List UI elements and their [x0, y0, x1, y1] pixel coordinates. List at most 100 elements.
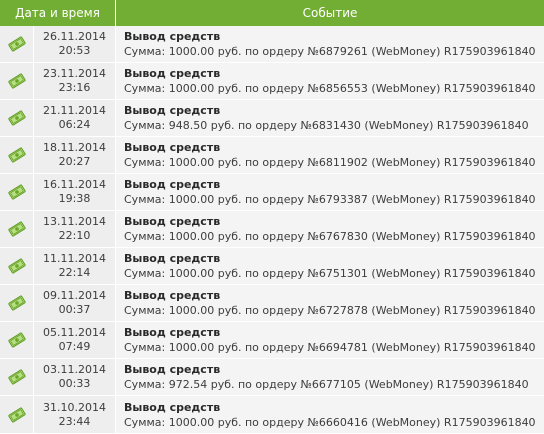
event-cell: Вывод средств Сумма: 1000.00 руб. по орд…: [116, 26, 544, 62]
row-date: 09.11.2014: [43, 289, 106, 302]
row-time: 20:27: [58, 155, 91, 168]
event-column-header: Событие: [302, 6, 358, 20]
icon-cell: [0, 211, 34, 247]
event-cell: Вывод средств Сумма: 1000.00 руб. по орд…: [116, 174, 544, 210]
datetime-cell: 09.11.2014 00:37: [34, 285, 116, 321]
event-title: Вывод средств: [124, 215, 221, 228]
table-row: 05.11.2014 07:49 Вывод средств Сумма: 10…: [0, 322, 544, 359]
event-cell: Вывод средств Сумма: 1000.00 руб. по орд…: [116, 396, 544, 433]
row-date: 05.11.2014: [43, 326, 106, 339]
table-row: 11.11.2014 22:14 Вывод средств Сумма: 10…: [0, 248, 544, 285]
table-header: Дата и время Событие: [0, 0, 544, 26]
event-description: Сумма: 1000.00 руб. по ордеру №6751301 (…: [124, 267, 536, 280]
money-bill-icon: [7, 258, 26, 274]
icon-cell: [0, 137, 34, 173]
money-bill-icon: [7, 369, 26, 385]
table-row: 18.11.2014 20:27 Вывод средств Сумма: 10…: [0, 137, 544, 174]
row-date: 11.11.2014: [43, 252, 106, 265]
table-row: 31.10.2014 23:44 Вывод средств Сумма: 10…: [0, 396, 544, 433]
datetime-cell: 11.11.2014 22:14: [34, 248, 116, 284]
event-cell: Вывод средств Сумма: 1000.00 руб. по орд…: [116, 285, 544, 321]
datetime-cell: 03.11.2014 00:33: [34, 359, 116, 395]
event-title: Вывод средств: [124, 30, 221, 43]
event-title: Вывод средств: [124, 104, 221, 117]
event-title: Вывод средств: [124, 326, 221, 339]
event-description: Сумма: 1000.00 руб. по ордеру №6660416 (…: [124, 415, 536, 429]
event-cell: Вывод средств Сумма: 1000.00 руб. по орд…: [116, 63, 544, 99]
table-row: 09.11.2014 00:37 Вывод средств Сумма: 10…: [0, 285, 544, 322]
money-bill-icon: [7, 407, 26, 423]
icon-cell: [0, 63, 34, 99]
row-time: 22:10: [58, 229, 91, 242]
datetime-cell: 26.11.2014 20:53: [34, 26, 116, 62]
money-bill-icon: [7, 332, 26, 348]
event-description: Сумма: 1000.00 руб. по ордеру №6879261 (…: [124, 45, 536, 58]
datetime-cell: 18.11.2014 20:27: [34, 137, 116, 173]
icon-cell: [0, 396, 34, 433]
transaction-history-table: Дата и время Событие 26.11.2014 20:53 Вы…: [0, 0, 544, 434]
row-time: 22:14: [58, 266, 91, 279]
datetime-cell: 05.11.2014 07:49: [34, 322, 116, 358]
icon-cell: [0, 26, 34, 62]
event-cell: Вывод средств Сумма: 1000.00 руб. по орд…: [116, 137, 544, 173]
event-description: Сумма: 1000.00 руб. по ордеру №6767830 (…: [124, 230, 536, 243]
row-date: 31.10.2014: [43, 400, 106, 414]
money-bill-icon: [7, 184, 26, 200]
datetime-cell: 23.11.2014 23:16: [34, 63, 116, 99]
row-time: 19:38: [58, 192, 91, 205]
event-cell: Вывод средств Сумма: 972.54 руб. по орде…: [116, 359, 544, 395]
icon-cell: [0, 285, 34, 321]
table-row: 26.11.2014 20:53 Вывод средств Сумма: 10…: [0, 26, 544, 63]
money-bill-icon: [7, 295, 26, 311]
table-row: 21.11.2014 06:24 Вывод средств Сумма: 94…: [0, 100, 544, 137]
event-title: Вывод средств: [124, 289, 221, 302]
event-description: Сумма: 972.54 руб. по ордеру №6677105 (W…: [124, 378, 529, 391]
icon-cell: [0, 359, 34, 395]
icon-cell: [0, 174, 34, 210]
datetime-cell: 13.11.2014 22:10: [34, 211, 116, 247]
row-date: 21.11.2014: [43, 104, 106, 117]
row-date: 23.11.2014: [43, 67, 106, 80]
icon-cell: [0, 100, 34, 136]
event-title: Вывод средств: [124, 141, 221, 154]
event-title: Вывод средств: [124, 178, 221, 191]
event-description: Сумма: 1000.00 руб. по ордеру №6727878 (…: [124, 304, 536, 317]
money-bill-icon: [7, 221, 26, 237]
event-title: Вывод средств: [124, 363, 221, 376]
row-time: 23:16: [58, 81, 91, 94]
icon-cell: [0, 248, 34, 284]
event-description: Сумма: 1000.00 руб. по ордеру №6856553 (…: [124, 82, 536, 95]
table-row: 16.11.2014 19:38 Вывод средств Сумма: 10…: [0, 174, 544, 211]
row-time: 07:49: [58, 340, 91, 353]
event-cell: Вывод средств Сумма: 948.50 руб. по орде…: [116, 100, 544, 136]
event-description: Сумма: 1000.00 руб. по ордеру №6694781 (…: [124, 341, 536, 354]
event-description: Сумма: 948.50 руб. по ордеру №6831430 (W…: [124, 119, 529, 132]
table-row: 13.11.2014 22:10 Вывод средств Сумма: 10…: [0, 211, 544, 248]
event-title: Вывод средств: [124, 400, 221, 414]
event-cell: Вывод средств Сумма: 1000.00 руб. по орд…: [116, 211, 544, 247]
row-date: 16.11.2014: [43, 178, 106, 191]
row-time: 06:24: [58, 118, 91, 131]
event-description: Сумма: 1000.00 руб. по ордеру №6793387 (…: [124, 193, 536, 206]
event-description: Сумма: 1000.00 руб. по ордеру №6811902 (…: [124, 156, 536, 169]
row-date: 03.11.2014: [43, 363, 106, 376]
date-column-header: Дата и время: [0, 0, 116, 26]
money-bill-icon: [7, 110, 26, 126]
event-cell: Вывод средств Сумма: 1000.00 руб. по орд…: [116, 322, 544, 358]
event-title: Вывод средств: [124, 67, 221, 80]
table-row: 23.11.2014 23:16 Вывод средств Сумма: 10…: [0, 63, 544, 100]
money-bill-icon: [7, 147, 26, 163]
event-cell: Вывод средств Сумма: 1000.00 руб. по орд…: [116, 248, 544, 284]
datetime-cell: 16.11.2014 19:38: [34, 174, 116, 210]
row-date: 13.11.2014: [43, 215, 106, 228]
table-row: 03.11.2014 00:33 Вывод средств Сумма: 97…: [0, 359, 544, 396]
row-time: 00:33: [58, 377, 91, 390]
event-title: Вывод средств: [124, 252, 221, 265]
datetime-cell: 31.10.2014 23:44: [34, 396, 116, 433]
table-body: 26.11.2014 20:53 Вывод средств Сумма: 10…: [0, 26, 544, 433]
money-bill-icon: [7, 73, 26, 89]
datetime-cell: 21.11.2014 06:24: [34, 100, 116, 136]
row-date: 26.11.2014: [43, 30, 106, 43]
row-time: 23:44: [58, 414, 91, 428]
row-date: 18.11.2014: [43, 141, 106, 154]
